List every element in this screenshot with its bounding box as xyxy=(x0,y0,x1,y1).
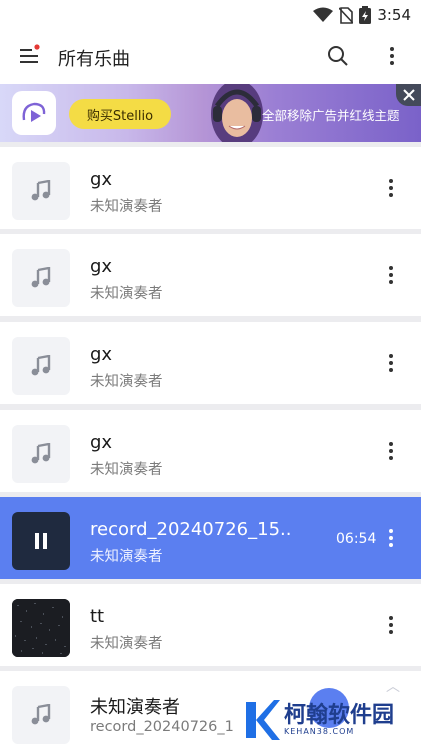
promo-banner[interactable]: 购买Stellio 全部移除广告并红线主题 xyxy=(0,84,421,142)
song-options-button[interactable] xyxy=(381,526,401,550)
buy-stellio-button[interactable]: 购买Stellio xyxy=(69,99,171,129)
more-vert-icon xyxy=(389,442,393,460)
close-banner-button[interactable] xyxy=(396,84,421,106)
status-bar: 3:54 xyxy=(0,0,421,30)
song-artist: 未知演奏者 xyxy=(90,462,163,478)
remove-ads-text: 全部移除广告并红线主题 xyxy=(262,108,400,123)
song-title: gx xyxy=(90,344,113,365)
music-note-icon xyxy=(31,267,51,288)
site-watermark: 柯翰软件园 KEHAN38.COM xyxy=(244,696,414,744)
song-row[interactable]: gx 未知演奏者 xyxy=(0,322,421,404)
status-time: 3:54 xyxy=(377,6,411,24)
music-note-icon xyxy=(31,355,51,376)
song-title: gx xyxy=(90,256,113,277)
menu-button[interactable] xyxy=(18,44,42,68)
pause-button[interactable] xyxy=(12,512,70,570)
song-row[interactable]: tt 未知演奏者 xyxy=(0,584,421,666)
more-vert-icon xyxy=(389,616,393,634)
top-app-bar: 所有乐曲 xyxy=(0,30,421,84)
song-duration: 06:54 xyxy=(336,531,377,547)
battery-icon xyxy=(359,6,372,24)
song-thumbnail xyxy=(12,425,70,483)
scroll-to-top-button[interactable]: ︿ xyxy=(386,676,400,696)
more-vert-icon xyxy=(389,179,393,197)
song-options-button[interactable] xyxy=(381,351,401,375)
more-vert-icon xyxy=(389,354,393,372)
song-title: 未知演奏者 xyxy=(90,697,180,718)
song-artist: 未知演奏者 xyxy=(90,199,163,215)
song-row[interactable]: gx 未知演奏者 xyxy=(0,147,421,229)
more-vert-icon xyxy=(390,47,394,65)
more-vert-icon xyxy=(389,529,393,547)
song-artist: record_20240726_1 xyxy=(90,719,234,735)
cover-image xyxy=(12,599,70,657)
song-artist: 未知演奏者 xyxy=(90,374,163,390)
song-artist: 未知演奏者 xyxy=(90,636,163,652)
song-thumbnail xyxy=(12,686,70,744)
no-sim-icon xyxy=(339,6,354,24)
watermark-logo-icon xyxy=(246,700,280,740)
song-thumbnail xyxy=(12,162,70,220)
song-row[interactable]: gx 未知演奏者 xyxy=(0,410,421,492)
song-thumbnail xyxy=(12,249,70,307)
watermark-text: 柯翰软件园 xyxy=(284,702,395,728)
close-icon xyxy=(402,89,415,101)
song-artist: 未知演奏者 xyxy=(90,286,163,302)
song-cover-image xyxy=(12,599,70,657)
stellio-logo-icon xyxy=(22,102,46,122)
more-options-button[interactable] xyxy=(382,44,402,68)
song-options-button[interactable] xyxy=(381,176,401,200)
song-options-button[interactable] xyxy=(381,439,401,463)
menu-icon xyxy=(20,44,40,63)
music-note-icon xyxy=(31,443,51,464)
song-options-button[interactable] xyxy=(381,613,401,637)
search-button[interactable] xyxy=(326,44,350,68)
search-icon xyxy=(328,46,348,66)
music-note-icon xyxy=(31,180,51,201)
song-thumbnail xyxy=(12,337,70,395)
wifi-icon xyxy=(313,7,334,22)
song-row-playing[interactable]: record_20240726_15.. 未知演奏者 06:54 xyxy=(0,497,421,579)
song-title: gx xyxy=(90,432,113,453)
song-options-button[interactable] xyxy=(381,263,401,287)
song-title: gx xyxy=(90,169,113,190)
watermark-subtext: KEHAN38.COM xyxy=(284,727,355,737)
music-note-icon xyxy=(31,704,51,725)
page-title: 所有乐曲 xyxy=(58,49,130,70)
song-title: record_20240726_15.. xyxy=(90,519,292,540)
song-title: tt xyxy=(90,606,105,627)
song-row[interactable]: gx 未知演奏者 xyxy=(0,234,421,316)
pause-icon xyxy=(35,533,47,549)
song-artist: 未知演奏者 xyxy=(90,549,163,565)
stellio-logo xyxy=(12,91,56,135)
more-vert-icon xyxy=(389,266,393,284)
